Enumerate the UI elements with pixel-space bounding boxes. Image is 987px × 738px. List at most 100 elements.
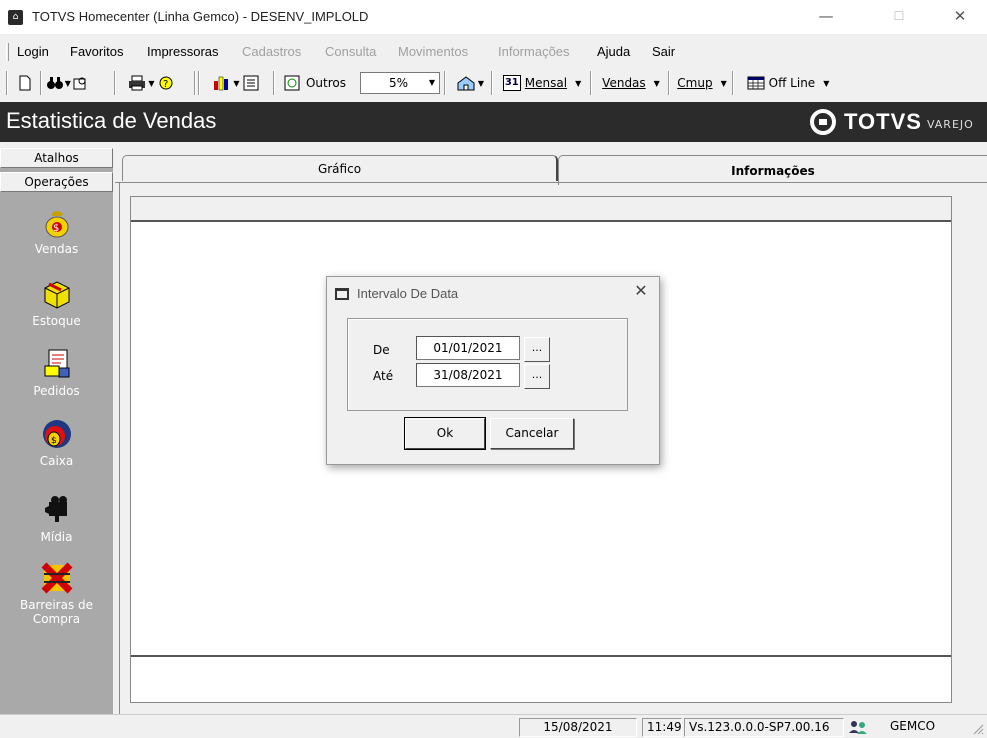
menu-bar: Login Favoritos Impressoras Cadastros Co… [0,41,987,63]
find-button[interactable]: ▼ [46,71,86,95]
home-button[interactable]: ▼ [450,71,490,95]
module-header: Estatistica de Vendas TOTVS VAREJO [0,102,987,142]
money-bag-icon: $ [41,206,73,238]
list-icon [243,75,259,91]
toolbar-separator [444,71,446,95]
status-user: GEMCO [890,719,936,733]
vendas-dropdown[interactable]: Vendas ▼ [596,71,666,95]
toolbar-separator [194,71,196,95]
sidebar-item-label: Caixa [39,454,74,468]
tab-grafico[interactable]: Gráfico [122,155,558,181]
close-button[interactable]: ✕ [937,0,983,34]
tab-informacoes[interactable]: Informações [558,155,987,185]
status-bar: 15/08/2021 11:49 Vs.123.0.0.0-SP7.00.16 … [0,714,987,737]
status-date: 15/08/2021 [519,718,637,737]
maximize-button[interactable]: ☐ [876,0,922,34]
barrier-icon [41,562,73,594]
sidebar-item-label: Barreiras de Compra [19,598,94,626]
menu-login[interactable]: Login [17,44,49,59]
sidebar-item-midia[interactable]: Mídia [0,494,113,544]
dropdown-arrow-icon: ▼ [428,78,435,87]
date-range-dialog: Intervalo De Data ✕ De 01/01/2021 ... At… [326,276,660,465]
network-users-icon [848,719,868,735]
toolbar-separator [273,71,275,95]
offline-dropdown[interactable]: Off Line ▼ [738,71,838,95]
toolbar-grip [6,71,8,95]
toolbar-separator [198,71,200,95]
dropdown-arrow-icon: ▼ [720,78,727,88]
camera-icon [41,494,73,526]
new-document-button[interactable] [14,71,36,95]
sidebar-item-vendas[interactable]: $ Vendas [0,206,113,256]
table-grid-icon [747,76,765,90]
date-range-group: De 01/01/2021 ... Até 31/08/2021 ... [347,318,628,411]
de-date-picker-button[interactable]: ... [524,337,550,362]
sidebar: Atalhos Operações $ Vendas Estoque Pedid… [0,148,113,714]
dropdown-arrow-icon: ▼ [477,78,485,88]
sidebar-item-estoque[interactable]: Estoque [0,278,113,328]
menu-movimentos[interactable]: Movimentos [398,44,468,59]
calendar-icon: 31 [502,75,521,91]
toolbar-separator [491,71,493,95]
status-version: Vs.123.0.0.0-SP7.00.16 [684,718,844,737]
panel-border [119,182,120,714]
sidebar-item-pedidos[interactable]: Pedidos [0,348,113,398]
ate-date-picker-button[interactable]: ... [524,364,550,389]
print-button[interactable]: ▼ ? [120,71,182,95]
percent-value: 5% [389,76,409,90]
menu-sair[interactable]: Sair [652,44,675,59]
svg-text:$: $ [51,436,57,446]
printer-icon [129,75,146,91]
resize-grip-icon[interactable] [972,723,984,735]
dialog-close-icon[interactable]: ✕ [629,281,653,300]
app-icon: ⌂ [8,10,23,25]
sidebar-item-barreiras-de-compra[interactable]: Barreiras de Compra [0,562,113,626]
menu-consulta[interactable]: Consulta [325,44,376,59]
percent-select[interactable]: 5% ▼ [360,72,440,94]
de-label: De [373,343,390,357]
bar-chart-icon [214,76,229,91]
sidebar-atalhos-button[interactable]: Atalhos [0,148,113,168]
mensal-label: Mensal [524,76,568,90]
offline-label: Off Line [768,76,816,90]
window-title: TOTVS Homecenter (Linha Gemco) - DESENV_… [32,9,369,24]
dropdown-arrow-icon: ▼ [823,78,830,88]
totvs-logo: TOTVS VAREJO [810,109,974,135]
dropdown-arrow-icon: ▼ [233,78,240,88]
ok-button[interactable]: Ok [404,417,486,450]
tab-strip: Gráfico Informações [122,155,987,185]
logo-brand: TOTVS [844,109,922,134]
help-icon: ? [159,76,173,90]
cmup-label: Cmup [677,76,713,90]
toolbar-separator [114,71,116,95]
cmup-dropdown[interactable]: Cmup ▼ [674,71,730,95]
status-time: 11:49 [642,718,682,737]
chart-button[interactable]: ▼ [204,71,268,95]
de-date-field[interactable]: 01/01/2021 [416,336,520,360]
dialog-title: Intervalo De Data [357,286,459,301]
mensal-button[interactable]: 31 Mensal ▼ [496,71,588,95]
sidebar-item-caixa[interactable]: $ Caixa [0,418,113,468]
dropdown-arrow-icon: ▼ [148,78,155,88]
minimize-button[interactable]: — [803,0,849,34]
vendas-label: Vendas [602,76,646,90]
cashier-icon: $ [41,418,73,450]
sidebar-item-label: Mídia [40,530,73,544]
panel-footer-divider [131,655,951,657]
window-title-bar: ⌂ TOTVS Homecenter (Linha Gemco) - DESEN… [0,0,987,34]
toolbar: ▼ ▼ ? ▼ Outros 5% ▼ ▼ 31 Mensal ▼ Vendas… [0,67,987,101]
sidebar-operacoes-button[interactable]: Operações [0,172,113,192]
outros-label: Outros [305,76,347,90]
panel-header [131,197,951,222]
menu-informacoes[interactable]: Informações [498,44,570,59]
box-icon [41,278,73,310]
cancel-button[interactable]: Cancelar [490,418,574,449]
menu-cadastros[interactable]: Cadastros [242,44,301,59]
menu-ajuda[interactable]: Ajuda [597,44,630,59]
menu-impressoras[interactable]: Impressoras [147,44,219,59]
toolbar-separator [668,71,670,95]
menu-favoritos[interactable]: Favoritos [70,44,123,59]
ate-date-field[interactable]: 31/08/2021 [416,363,520,387]
house-chart-icon [457,76,475,91]
outros-button[interactable]: Outros [279,71,351,95]
